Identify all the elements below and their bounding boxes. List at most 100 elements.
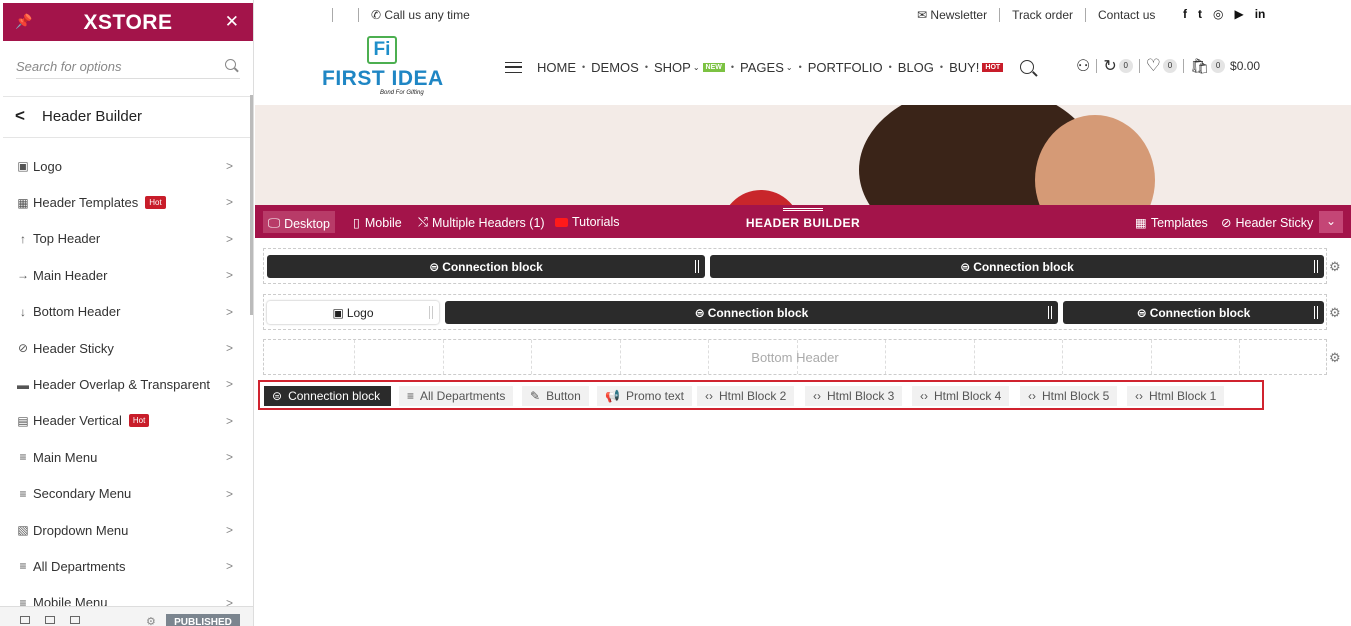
nav-dot: • [730,62,735,72]
resize-handle[interactable] [1314,260,1318,273]
nav-blog[interactable]: BLOG [898,60,934,75]
main-header-row[interactable]: ▣ Logo ⊜ Connection block ⊜ Connection bloc… [263,294,1327,330]
connection-block[interactable]: ⊜ Connection block [1063,301,1324,324]
top-header-row[interactable]: ⊜ Connection block ⊜ Connection block [263,248,1327,284]
close-icon[interactable]: ✕ [225,12,239,32]
sidebar-item-label: Main Menu [33,449,98,465]
overlay-icon: ▬ [17,377,29,392]
sidebar-item-label: Header Overlap & Transparent [33,377,211,393]
code-icon: ‹› [705,389,713,403]
resize-handle[interactable] [695,260,699,273]
site-logo[interactable]: Fi FIRST IDEA Bond For Gifting [322,34,444,100]
sidebar-scrollbar[interactable] [250,95,253,315]
search-input[interactable] [16,55,216,77]
connection-block[interactable]: ⊜ Connection block [445,301,1058,324]
track-order-link[interactable]: Track order [1012,8,1073,22]
sidebar-item-dropdown-menu[interactable]: ▧ Dropdown Menu > [3,512,250,548]
account-icon[interactable]: ⚇ [1076,56,1090,76]
tablet-preview-icon[interactable] [45,616,55,624]
resize-handle[interactable] [1314,306,1318,319]
nav-dot: • [582,62,586,72]
chevron-down-icon[interactable]: ⌄ [1319,211,1343,233]
heart-icon[interactable]: ♡ [1146,56,1161,76]
header-sticky-button[interactable]: ⊘ Header Sticky [1221,215,1313,231]
pool-html-block-3[interactable]: ‹› Html Block 3 [805,386,903,406]
sidebar-item-secondary-menu[interactable]: ≡ Secondary Menu > [3,476,250,512]
desktop-preview-icon[interactable] [20,616,30,624]
twitter-icon[interactable]: t [1198,7,1202,21]
gear-icon[interactable]: ⚙ [1329,259,1341,275]
panel-title: Header Builder [42,108,143,125]
megaphone-icon: 📢 [605,389,620,403]
pool-html-block-1[interactable]: ‹› Html Block 1 [1127,386,1225,406]
connection-block[interactable]: ⊜ Connection block [710,255,1324,278]
sidebar-item-label: Dropdown Menu [33,522,129,538]
mobile-preview-icon[interactable] [70,616,80,624]
gear-icon[interactable]: ⚙ [1329,305,1341,321]
sidebar-item-bottom-header[interactable]: ↓ Bottom Header > [3,294,250,330]
pool-promo-text[interactable]: 📢 Promo text [597,386,692,406]
menu-icon: ≡ [407,389,415,403]
pool-all-departments[interactable]: ≡ All Departments [399,386,514,406]
contact-link[interactable]: Contact us [1098,8,1155,22]
nav-demos[interactable]: DEMOS [591,60,639,75]
nav-shop[interactable]: SHOP [654,60,691,75]
call-info: ✆ Call us any time [371,8,470,22]
sidebar-item-header-templates[interactable]: ▦ Header Templates Hot > [3,184,250,220]
resize-handle[interactable] [429,306,433,319]
pool-connection-block[interactable]: ⊜ Connection block [264,386,391,406]
sidebar-item-header-overlap-transparent[interactable]: ▬ Header Overlap & Transparent > [3,366,250,402]
chevron-left-icon[interactable]: < [15,106,25,126]
nav-pages[interactable]: PAGES [740,60,784,75]
search-icon[interactable] [225,59,236,70]
compare-icon[interactable]: ↻ [1103,56,1116,76]
logo-block[interactable]: ▣ Logo [267,301,439,324]
youtube-icon[interactable]: ▶ [1234,7,1243,21]
image-icon: ▣ [332,305,344,320]
linkedin-icon[interactable]: in [1255,7,1266,21]
sidebar-item-top-header[interactable]: ↑ Top Header > [3,221,250,257]
newsletter-link[interactable]: ✉ Newsletter [917,8,987,22]
search-field[interactable] [16,55,240,79]
pool-html-block-2[interactable]: ‹› Html Block 2 [697,386,795,406]
cart-total[interactable]: $0.00 [1230,59,1260,73]
published-button[interactable]: PUBLISHED [166,614,240,626]
sidebar-item-logo[interactable]: ▣ Logo > [3,148,250,184]
pool-button[interactable]: ✎ Button [522,386,589,406]
gear-icon[interactable]: ⚙ [146,615,156,626]
nav-portfolio[interactable]: PORTFOLIO [808,60,883,75]
sidebar-item-label: Logo [33,158,62,174]
block-label: Logo [346,305,374,320]
gear-icon[interactable]: ⚙ [1329,350,1341,366]
nav-home[interactable]: HOME [537,60,576,75]
sidebar-item-header-vertical[interactable]: ▤ Header Vertical Hot > [3,403,250,439]
pool-html-block-4[interactable]: ‹› Html Block 4 [912,386,1010,406]
chevron-right-icon: > [225,159,233,173]
divider [358,8,359,22]
menu-icon: ≡ [19,559,27,574]
templates-button[interactable]: ▦ Templates [1135,215,1208,231]
code-icon: ‹› [1135,389,1143,403]
cart-icon[interactable]: 🛍 [1190,57,1209,75]
code-icon: ‹› [813,389,821,403]
nav-buy[interactable]: BUY! [949,60,979,75]
divider [332,8,333,22]
drag-handle[interactable] [783,208,823,211]
back-panel[interactable]: < Header Builder [3,96,253,138]
instagram-icon[interactable]: ◎ [1213,7,1223,21]
sidebar-item-main-header[interactable]: → Main Header > [3,257,250,293]
sidebar-item-all-departments[interactable]: ≡ All Departments > [3,548,250,584]
resize-handle[interactable] [1048,306,1052,319]
pool-html-block-5[interactable]: ‹› Html Block 5 [1020,386,1118,406]
search-icon[interactable] [1020,60,1035,74]
facebook-icon[interactable]: f [1183,7,1187,21]
social-links: f t ◎ ▶ in [1183,7,1265,21]
connection-block[interactable]: ⊜ Connection block [267,255,705,278]
sidebar-item-header-sticky[interactable]: ⊘ Header Sticky > [3,330,250,366]
bottom-header-row[interactable]: Bottom Header [263,339,1327,375]
sidebar-item-main-menu[interactable]: ≡ Main Menu > [3,439,250,475]
sidebar-item-label: Top Header [33,231,101,247]
hamburger-icon[interactable] [505,61,522,73]
logo-tagline: Bond For Gifting [380,90,424,96]
hero-decoration [721,190,801,205]
